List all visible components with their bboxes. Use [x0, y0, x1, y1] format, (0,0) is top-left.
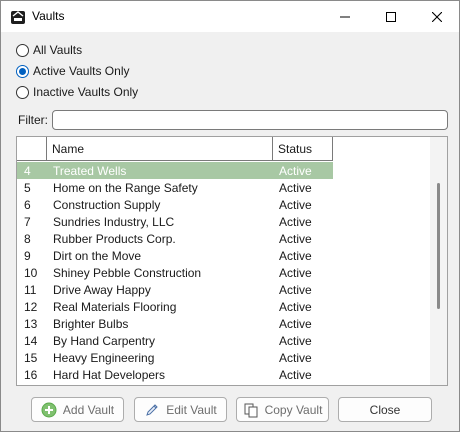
vault-name: Heavy Engineering [53, 350, 155, 365]
minimize-icon [340, 16, 350, 17]
vault-app-icon [11, 11, 25, 24]
table-row[interactable]: 8 Rubber Products Corp. Active [17, 230, 333, 247]
table-row[interactable]: 6 Construction Supply Active [17, 196, 333, 213]
filter-label: Filter: [18, 113, 48, 127]
vault-name: Shiney Pebble Construction [53, 265, 202, 280]
table-row[interactable]: 10 Shiney Pebble Construction Active [17, 264, 333, 281]
table-row[interactable]: 16 Hard Hat Developers Active [17, 366, 333, 383]
maximize-icon [386, 11, 396, 22]
row-index: 8 [24, 231, 31, 246]
row-index: 11 [24, 282, 37, 297]
radio-active-vaults-only[interactable]: Active Vaults Only [16, 63, 129, 79]
close-window-button[interactable] [414, 1, 460, 32]
copy-icon [244, 403, 258, 417]
copy-vault-button[interactable]: Copy Vault [236, 397, 329, 422]
vault-name: Treated Wells [53, 163, 127, 178]
row-index: 5 [24, 180, 31, 195]
grid-body: 4 Treated Wells Active 5 Home on the Range S… [17, 162, 333, 383]
filter-input[interactable] [52, 110, 448, 130]
copy-vault-label: Copy Vault [264, 402, 323, 417]
vault-status: Active [279, 180, 312, 195]
add-vault-button[interactable]: Add Vault [31, 397, 124, 422]
vault-status: Active [279, 282, 312, 297]
scrollbar-thumb[interactable] [437, 183, 440, 309]
vaults-window: Vaults All Vaults Active Vaults Only Ina… [0, 0, 460, 432]
row-index: 6 [24, 197, 31, 212]
row-index: 10 [24, 265, 38, 280]
vault-status: Active [279, 214, 312, 229]
table-row[interactable]: 7 Sundries Industry, LLC Active [17, 213, 333, 230]
vault-status: Active [279, 265, 312, 280]
row-index: 13 [24, 316, 38, 331]
radio-button[interactable] [16, 85, 29, 99]
table-row[interactable]: 14 By Hand Carpentry Active [17, 332, 333, 349]
maximize-button[interactable] [368, 1, 414, 32]
minimize-button[interactable] [322, 1, 368, 32]
vault-status: Active [279, 163, 312, 178]
close-button[interactable]: Close [338, 397, 432, 422]
vault-name: Rubber Products Corp. [53, 231, 176, 246]
table-row-selected[interactable]: 4 Treated Wells Active [17, 162, 333, 179]
close-icon [432, 11, 442, 22]
vault-name: Construction Supply [53, 197, 161, 212]
vault-name: Real Materials Flooring [53, 299, 177, 314]
table-row[interactable]: 13 Brighter Bulbs Active [17, 315, 333, 332]
row-index: 7 [24, 214, 31, 229]
row-index: 9 [24, 248, 31, 263]
radio-button[interactable] [16, 43, 29, 57]
radio-label: All Vaults [33, 43, 83, 57]
radio-label: Inactive Vaults Only [33, 85, 139, 99]
vault-status: Active [279, 367, 312, 382]
table-row[interactable]: 12 Real Materials Flooring Active [17, 298, 333, 315]
table-row[interactable]: 9 Dirt on the Move Active [17, 247, 333, 264]
vault-name: Sundries Industry, LLC [53, 214, 175, 229]
vault-status: Active [279, 316, 312, 331]
title-bar: Vaults [1, 1, 459, 32]
vault-name: Dirt on the Move [53, 248, 142, 263]
row-index: 16 [24, 367, 38, 382]
vault-status: Active [279, 231, 312, 246]
radio-all-vaults[interactable]: All Vaults [16, 42, 82, 58]
row-index: 12 [24, 299, 38, 314]
vertical-scrollbar[interactable] [430, 137, 447, 385]
edit-vault-button[interactable]: Edit Vault [134, 397, 227, 422]
close-label: Close [369, 402, 401, 417]
table-row[interactable]: 15 Heavy Engineering Active [17, 349, 333, 366]
row-index: 4 [24, 163, 31, 178]
vault-status: Active [279, 333, 312, 348]
vault-status: Active [279, 197, 312, 212]
vault-name: Hard Hat Developers [53, 367, 166, 382]
grid-header: Name Status [17, 137, 333, 161]
table-row[interactable]: 11 Drive Away Happy Active [17, 281, 333, 298]
row-index: 15 [24, 350, 38, 365]
vault-name: Brighter Bulbs [53, 316, 129, 331]
vaults-grid[interactable]: Name Status 4 Treated Wells Active 5 Home on… [16, 136, 448, 386]
vault-status: Active [279, 299, 312, 314]
column-header-status[interactable]: Status [273, 137, 333, 161]
table-row[interactable]: 5 Home on the Range Safety Active [17, 179, 333, 196]
window-title: Vaults [32, 9, 65, 23]
vault-status: Active [279, 350, 312, 365]
radio-label: Active Vaults Only [33, 64, 130, 78]
vault-status: Active [279, 248, 312, 263]
pencil-icon [146, 403, 158, 416]
radio-inactive-vaults-only[interactable]: Inactive Vaults Only [16, 84, 138, 100]
vault-name: Drive Away Happy [53, 282, 151, 297]
add-vault-label: Add Vault [62, 402, 115, 417]
column-header-name[interactable]: Name [47, 137, 273, 161]
vault-name: Home on the Range Safety [53, 180, 198, 195]
vault-name: By Hand Carpentry [53, 333, 156, 348]
edit-vault-label: Edit Vault [166, 402, 217, 417]
column-header-index[interactable] [17, 137, 47, 161]
row-index: 14 [24, 333, 38, 348]
radio-button-selected[interactable] [16, 64, 29, 78]
add-circle-icon [41, 402, 57, 417]
